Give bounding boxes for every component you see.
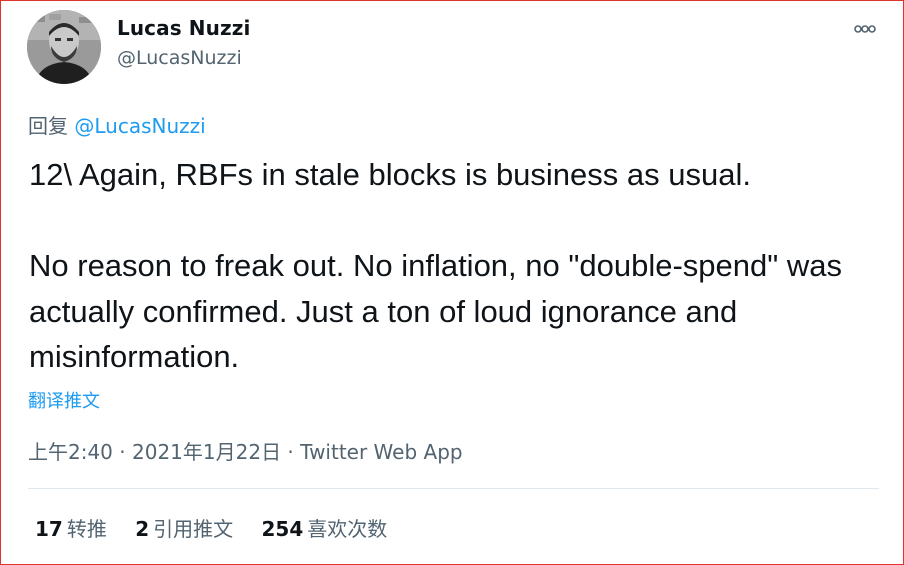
tweet-time[interactable]: 上午2:40 [28,440,113,464]
engagement-stats: 17 转推 2 引用推文 254 喜欢次数 [35,513,409,542]
more-horizontal-icon [854,25,876,33]
tweet-card: Lucas Nuzzi @LucasNuzzi 回复 @LucasNuzzi 1… [0,0,904,565]
tweet-metadata: 上午2:40 · 2021年1月22日 · Twitter Web App [28,436,463,465]
meta-separator: · [112,440,132,464]
quote-tweets-count: 2 [135,517,150,541]
tweet-text: 12\ Again, RBFs in stale blocks is busin… [29,157,842,374]
tweet-source[interactable]: Twitter Web App [300,440,462,464]
retweets-count: 17 [35,517,63,541]
avatar[interactable] [27,10,101,84]
reply-context: 回复 @LucasNuzzi [28,110,206,139]
translate-tweet-link[interactable]: 翻译推文 [28,387,100,413]
divider [28,488,879,489]
quote-tweets-stat[interactable]: 2 引用推文 [135,513,233,542]
more-options-button[interactable] [847,15,883,43]
author-display-name[interactable]: Lucas Nuzzi [117,16,250,40]
likes-count: 254 [261,517,304,541]
tweet-date[interactable]: 2021年1月22日 [132,440,281,464]
author-handle[interactable]: @LucasNuzzi [117,47,242,69]
likes-stat[interactable]: 254 喜欢次数 [261,513,387,542]
profile-photo [27,10,101,84]
retweets-stat[interactable]: 17 转推 [35,513,107,542]
quote-tweets-label: 引用推文 [153,517,234,541]
reply-mention-link[interactable]: @LucasNuzzi [74,114,205,138]
retweets-label: 转推 [66,517,107,541]
likes-label: 喜欢次数 [307,517,388,541]
meta-separator: · [281,440,301,464]
reply-prefix: 回复 [28,114,68,138]
